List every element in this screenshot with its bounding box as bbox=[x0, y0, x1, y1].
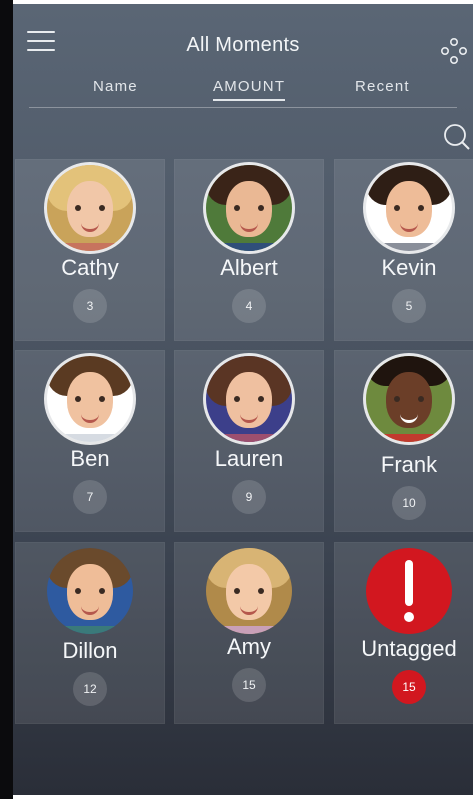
person-tile[interactable]: Dillon 12 bbox=[15, 542, 165, 724]
search-icon[interactable] bbox=[441, 122, 471, 152]
person-name: Kevin bbox=[381, 255, 437, 280]
person-tile[interactable]: Kevin 5 bbox=[334, 159, 473, 341]
person-name: Albert bbox=[220, 255, 278, 280]
moment-count-badge: 9 bbox=[232, 480, 266, 514]
person-name: Amy bbox=[227, 634, 271, 659]
moment-count-badge: 12 bbox=[73, 672, 107, 706]
tab-amount[interactable]: AMOUNT bbox=[213, 78, 286, 101]
untagged-count-badge: 15 bbox=[392, 670, 426, 704]
person-tile[interactable]: Amy 15 bbox=[174, 542, 324, 724]
avatar bbox=[366, 165, 452, 251]
page-title: All Moments bbox=[186, 34, 300, 56]
person-tile[interactable]: Cathy 3 bbox=[15, 159, 165, 341]
person-name: Ben bbox=[70, 446, 110, 471]
person-tile[interactable]: Lauren 9 bbox=[174, 350, 324, 532]
tab-recent[interactable]: Recent bbox=[355, 78, 410, 95]
moment-count-badge: 15 bbox=[232, 668, 266, 702]
avatar bbox=[206, 165, 292, 251]
avatar bbox=[47, 356, 133, 442]
person-tile[interactable]: Ben 7 bbox=[15, 350, 165, 532]
moments-screen: All Moments Name AMOUNT Recent Cathy 3 A… bbox=[13, 4, 473, 795]
avatar bbox=[47, 165, 133, 251]
avatar bbox=[47, 548, 133, 634]
moment-count-badge: 7 bbox=[73, 480, 107, 514]
header-divider bbox=[29, 107, 457, 108]
tab-name[interactable]: Name bbox=[93, 78, 138, 95]
moment-count-badge: 10 bbox=[392, 486, 426, 520]
avatar bbox=[206, 356, 292, 442]
options-icon[interactable] bbox=[441, 38, 467, 64]
moment-count-badge: 5 bbox=[392, 289, 426, 323]
person-tile[interactable]: Albert 4 bbox=[174, 159, 324, 341]
bottom-edge bbox=[13, 795, 473, 799]
person-name: Cathy bbox=[61, 255, 119, 280]
avatar bbox=[366, 356, 452, 442]
untagged-label: Untagged bbox=[361, 636, 457, 661]
exclamation-alert-icon bbox=[366, 548, 452, 634]
moment-count-badge: 3 bbox=[73, 289, 107, 323]
left-border bbox=[0, 0, 13, 799]
person-name: Dillon bbox=[62, 638, 118, 663]
avatar bbox=[206, 548, 292, 634]
untagged-tile[interactable]: Untagged 15 bbox=[334, 542, 473, 724]
person-tile[interactable]: Frank 10 bbox=[334, 350, 473, 532]
moment-count-badge: 4 bbox=[232, 289, 266, 323]
person-name: Lauren bbox=[214, 446, 284, 471]
person-name: Frank bbox=[380, 452, 438, 477]
